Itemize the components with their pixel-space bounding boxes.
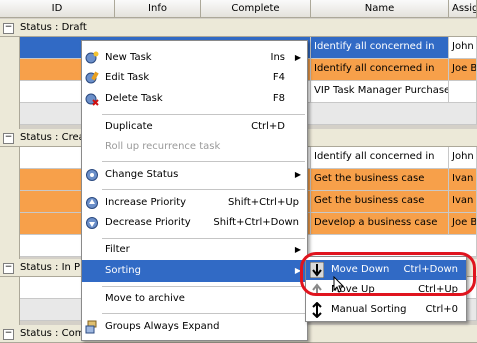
column-header-complete[interactable]: Complete (201, 0, 311, 18)
menu-item-decrease-priority[interactable]: Decrease Priority Shift+Ctrl+Down (82, 212, 307, 234)
table-cell-name[interactable]: Identify all concerned in (311, 59, 449, 81)
table-cell-assignee[interactable]: Joe B (449, 59, 477, 81)
menu-separator (102, 189, 305, 190)
menu-item-sorting[interactable]: Sorting ▶ (82, 260, 307, 282)
context-menu: New Task Ins ▶ Edit Task F4 Delete Task F8 D… (81, 40, 308, 341)
table-cell-name[interactable]: Identify all concerned in (311, 37, 449, 59)
collapse-icon[interactable]: − (3, 263, 14, 274)
status-icon (86, 169, 98, 181)
row-indent (0, 147, 20, 259)
table-cell-name[interactable]: Get the business case (311, 169, 449, 191)
submenu-arrow-icon: ▶ (294, 170, 301, 179)
menu-item-new-task[interactable]: New Task Ins ▶ (82, 47, 307, 69)
menu-separator (102, 313, 305, 314)
increase-priority-icon (86, 197, 98, 209)
row-indent (0, 277, 20, 325)
table-cell-assignee[interactable]: Ivan (449, 169, 477, 191)
row-indent (0, 37, 20, 129)
menu-item-manual-sorting[interactable]: Manual Sorting Ctrl+0 (306, 300, 466, 320)
collapse-icon[interactable]: − (3, 329, 14, 340)
new-task-icon (85, 51, 99, 64)
menu-separator (102, 161, 305, 162)
highlight-ring (300, 252, 476, 296)
table-cell-name[interactable]: Develop a business case (311, 213, 449, 235)
submenu-arrow-icon: ▶ (294, 53, 301, 62)
table-cell-name[interactable]: Identify all concerned in (311, 147, 449, 169)
column-header-id[interactable]: ID (0, 0, 115, 18)
collapse-icon[interactable]: − (3, 23, 14, 34)
table-cell-assignee[interactable]: Ivan (449, 191, 477, 213)
table-cell-assignee[interactable]: John (449, 37, 477, 59)
menu-item-increase-priority[interactable]: Increase Priority Shift+Ctrl+Up (82, 192, 307, 214)
menu-item-groups-always-expand[interactable]: Groups Always Expand (82, 316, 307, 338)
table-cell-assignee[interactable]: John (449, 147, 477, 169)
groups-icon (85, 320, 97, 334)
table-cell-assignee[interactable] (449, 81, 477, 103)
manual-sort-icon (312, 302, 322, 318)
menu-item-change-status[interactable]: Change Status ▶ (82, 164, 307, 186)
delete-task-icon (85, 93, 99, 106)
menu-item-delete-task[interactable]: Delete Task F8 (82, 88, 307, 110)
menu-item-duplicate[interactable]: Duplicate Ctrl+D (82, 116, 307, 138)
menu-item-rollup: Roll up recurrence task (105, 141, 221, 152)
menu-item-edit-task[interactable]: Edit Task F4 (82, 67, 307, 89)
menu-item-move-to-archive[interactable]: Move to archive (82, 288, 307, 310)
collapse-icon[interactable]: − (3, 133, 14, 144)
menu-item-filter[interactable]: Filter ▶ (82, 239, 307, 261)
column-header-name[interactable]: Name (311, 0, 449, 18)
menu-separator (102, 114, 305, 115)
edit-task-icon (85, 71, 99, 84)
table-cell-name[interactable]: Get the business case (311, 191, 449, 213)
table-cell-assignee[interactable]: Joe B (449, 213, 477, 235)
mouse-cursor-icon (333, 276, 345, 293)
group-header-draft[interactable]: − Status : Draft (0, 19, 477, 37)
menu-separator (102, 286, 305, 287)
submenu-arrow-icon: ▶ (294, 245, 301, 254)
column-header-assignee[interactable]: Assig (449, 0, 477, 18)
decrease-priority-icon (86, 217, 98, 229)
column-header-info[interactable]: Info (115, 0, 201, 18)
table-cell-name[interactable]: VIP Task Manager Purchase (311, 81, 449, 103)
